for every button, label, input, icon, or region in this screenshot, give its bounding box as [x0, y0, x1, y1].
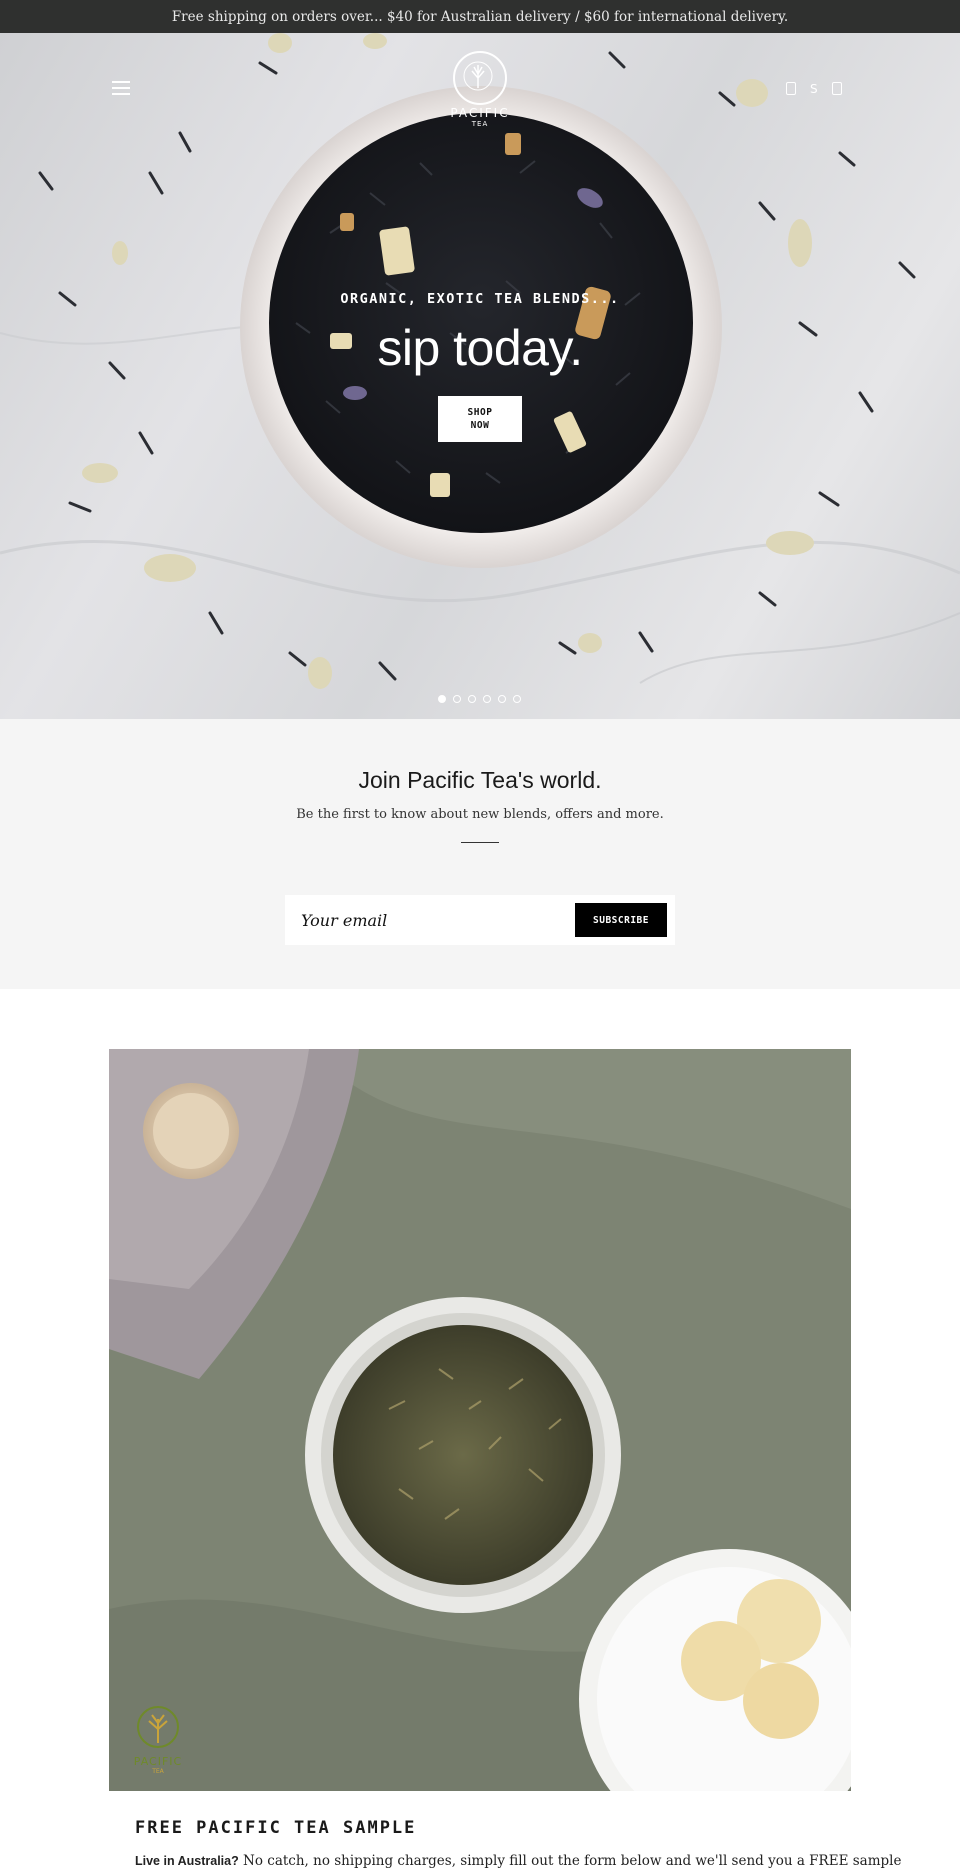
feature-logo: PACIFIC TEA	[123, 1703, 193, 1775]
sample-lead: Live in Australia?	[135, 1854, 239, 1868]
slide-dot-2[interactable]	[453, 695, 461, 703]
shop-now-label-1: SHOP	[467, 407, 493, 418]
slide-dot-1[interactable]	[438, 695, 446, 703]
account-icon[interactable]	[786, 82, 796, 95]
header-actions: S	[786, 82, 842, 96]
sample-text: Live in Australia? No catch, no shipping…	[135, 1853, 901, 1869]
lotus-logo-icon	[137, 1706, 179, 1748]
search-icon[interactable]: S	[810, 82, 818, 96]
shop-now-label-2: NOW	[470, 420, 490, 431]
site-logo[interactable]: PACIFIC TEA	[444, 51, 516, 128]
tree-logo-icon	[453, 51, 507, 105]
email-input[interactable]	[299, 904, 563, 936]
feature-image: PACIFIC TEA	[109, 1049, 851, 1791]
menu-icon[interactable]	[112, 81, 130, 95]
feature-photo	[109, 1049, 851, 1791]
logo-name: PACIFIC	[450, 106, 510, 120]
slideshow-dots	[438, 695, 521, 703]
newsletter-title: Join Pacific Tea's world.	[358, 767, 602, 793]
hero-title: sip today.	[377, 320, 583, 376]
sample-title: FREE PACIFIC TEA SAMPLE	[135, 1818, 417, 1838]
announcement-bar: Free shipping on orders over... $40 for …	[0, 0, 960, 33]
hero-kicker: ORGANIC, EXOTIC TEA BLENDS...	[340, 291, 620, 307]
subscribe-button[interactable]: SUBSCRIBE	[575, 903, 667, 937]
divider	[461, 842, 499, 843]
newsletter-form: SUBSCRIBE	[285, 895, 675, 945]
feature-logo-sub: TEA	[152, 1768, 164, 1775]
sample-body: No catch, no shipping charges, simply fi…	[238, 1853, 902, 1869]
announcement-text: Free shipping on orders over... $40 for …	[171, 8, 789, 25]
hero-slideshow: PACIFIC TEA S ORGANIC, EXOTIC TEA BLENDS…	[0, 33, 960, 719]
newsletter-subtitle: Be the first to know about new blends, o…	[296, 807, 664, 822]
slide-dot-6[interactable]	[513, 695, 521, 703]
shop-now-button[interactable]: SHOP NOW	[438, 396, 522, 442]
feature-logo-name: PACIFIC	[133, 1755, 183, 1768]
slide-dot-5[interactable]	[498, 695, 506, 703]
newsletter-section: Join Pacific Tea's world. Be the first t…	[0, 719, 960, 989]
slide-dot-3[interactable]	[468, 695, 476, 703]
slide-dot-4[interactable]	[483, 695, 491, 703]
cart-icon[interactable]	[831, 82, 842, 95]
logo-sub: TEA	[471, 120, 489, 128]
